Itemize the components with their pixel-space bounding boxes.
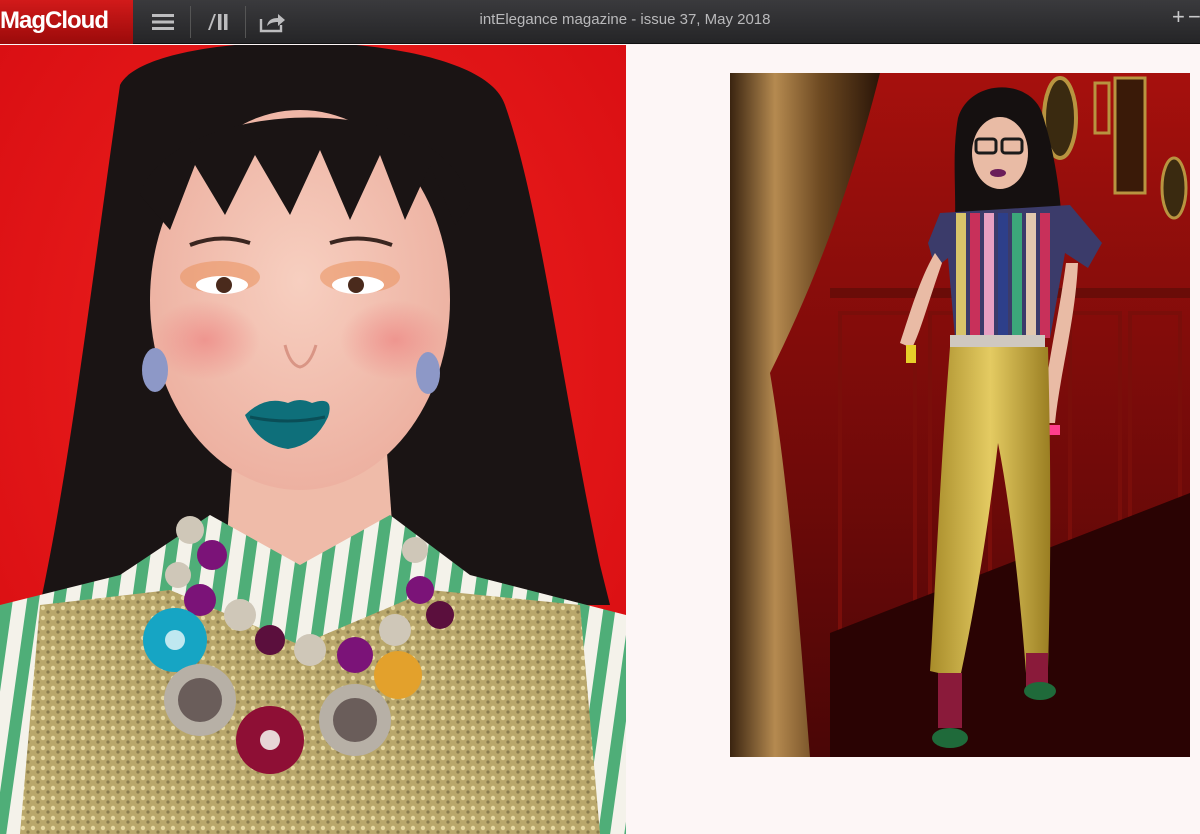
magcloud-logo[interactable]: MagCloud xyxy=(0,0,133,44)
zoom-in-button[interactable]: + xyxy=(1172,6,1185,28)
document-title: intElegance magazine - issue 37, May 201… xyxy=(479,11,771,28)
fashion-photo-frame xyxy=(730,73,1190,757)
portrait-photo xyxy=(0,45,626,834)
left-page[interactable] xyxy=(0,45,626,834)
zoom-out-button[interactable]: − xyxy=(1188,6,1200,28)
hamburger-menu-icon[interactable] xyxy=(136,0,190,44)
share-icon[interactable] xyxy=(246,0,300,44)
page-layout-icon[interactable] xyxy=(191,0,245,44)
right-page[interactable] xyxy=(626,45,1200,834)
full-length-fashion-photo xyxy=(730,73,1190,757)
magcloud-reader: MagCloud intElegance magazine - issue 37… xyxy=(0,0,1200,834)
top-toolbar: MagCloud intElegance magazine - issue 37… xyxy=(0,0,1200,44)
